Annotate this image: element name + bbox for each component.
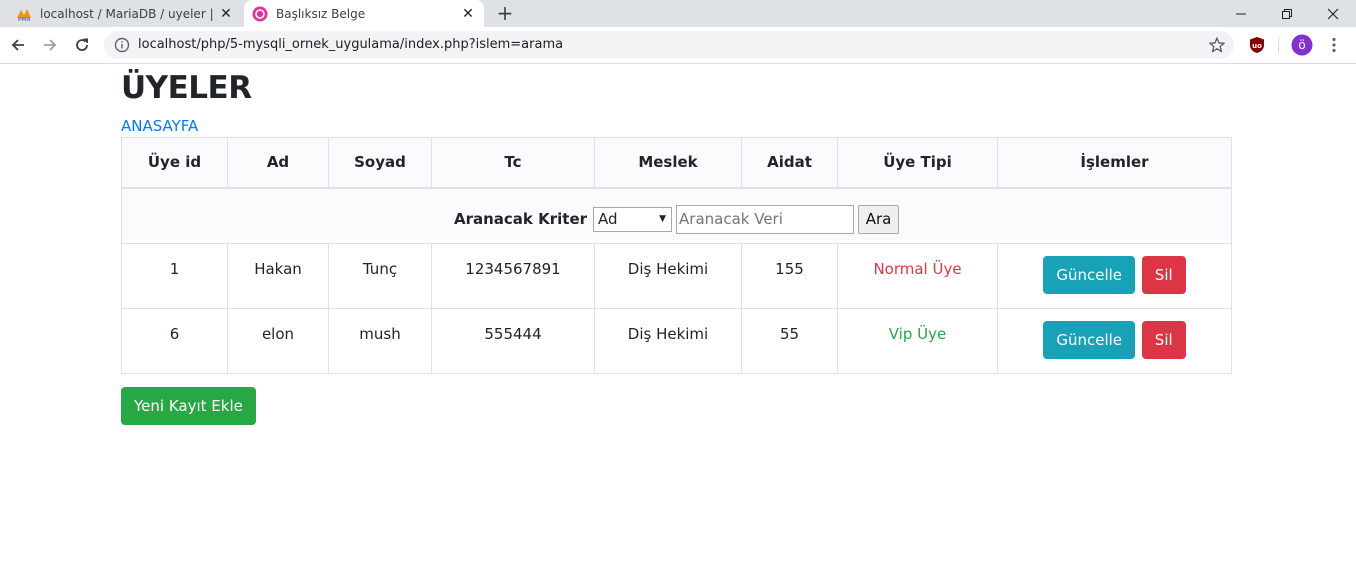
page-icon (252, 6, 268, 21)
back-icon[interactable] (6, 33, 30, 57)
cell-aidat: 155 (741, 243, 838, 309)
search-cell: Aranacak Kriter Ad ▼ Aranacak Veri Ara (121, 187, 1232, 244)
column-header: Meslek (594, 137, 742, 189)
cell-meslek: Diş Hekimi (594, 308, 742, 374)
svg-text:PMA: PMA (18, 17, 31, 22)
column-header: Aidat (741, 137, 838, 189)
cell-soyad: mush (328, 308, 432, 374)
cell-ad: elon (227, 308, 329, 374)
bookmark-star-icon[interactable] (1208, 36, 1226, 54)
search-input[interactable]: Aranacak Veri (676, 204, 855, 234)
toolbar-separator (1278, 37, 1279, 53)
new-tab-icon[interactable]: + (494, 2, 516, 24)
ublock-extension-icon[interactable]: uo (1247, 35, 1267, 55)
search-criteria-select[interactable]: Ad ▼ (593, 206, 673, 232)
cell-meslek: Diş Hekimi (594, 243, 742, 309)
search-form: Aranacak Kriter Ad ▼ Aranacak Veri Ara (122, 204, 1231, 234)
phpmyadmin-icon: PMA (17, 8, 31, 22)
profile-avatar[interactable]: ö (1291, 34, 1313, 56)
menu-kebab-icon[interactable] (1324, 35, 1344, 55)
cell-actions: Güncelle Sil (997, 243, 1232, 309)
minimize-icon[interactable] (1218, 0, 1264, 27)
update-button[interactable]: Güncelle (1043, 256, 1136, 294)
search-label: Aranacak Kriter (453, 210, 588, 228)
tab-active-page[interactable]: Başlıksız Belge ✕ (244, 0, 484, 27)
tab-title: localhost / MariaDB / uyeler | php (40, 6, 218, 21)
browser-toolbar: localhost/php/5-mysqli_ornek_uygulama/in… (0, 27, 1356, 64)
maximize-icon[interactable] (1264, 0, 1310, 27)
page-container: ÜYELER ANASAYFA Aranacak Kriter Ad ▼ Ara… (121, 64, 1232, 425)
cell-member-type: Normal Üye (837, 243, 998, 309)
svg-text:uo: uo (1252, 42, 1262, 50)
column-header: Tc (431, 137, 595, 189)
search-row: Aranacak Kriter Ad ▼ Aranacak Veri Ara (121, 187, 1232, 244)
address-bar[interactable]: localhost/php/5-mysqli_ornek_uygulama/in… (104, 31, 1234, 59)
column-header: Ad (227, 137, 329, 189)
close-window-icon[interactable] (1310, 0, 1356, 27)
column-header: Üye id (121, 137, 228, 189)
url-text: localhost/php/5-mysqli_ornek_uygulama/in… (138, 37, 564, 52)
column-header: Soyad (328, 137, 432, 189)
close-icon[interactable]: ✕ (460, 6, 476, 22)
cell-member-type: Vip Üye (837, 308, 998, 374)
table-row: 6 elon mush 555444 Diş Hekimi 55 Vip Üye… (121, 308, 1232, 374)
add-new-record-button[interactable]: Yeni Kayıt Ekle (121, 387, 256, 425)
svg-text:ö: ö (1298, 38, 1305, 52)
cell-aidat: 55 (741, 308, 838, 374)
chevron-down-icon: ▼ (659, 213, 667, 224)
delete-button[interactable]: Sil (1141, 321, 1186, 359)
forward-icon[interactable] (38, 33, 62, 57)
tab-strip: PMA localhost / MariaDB / uyeler | php ✕… (0, 0, 1356, 27)
table-header-row: Üye id Ad Soyad Tc Meslek Aidat Üye Tipi… (121, 137, 1232, 189)
search-button[interactable]: Ara (858, 204, 900, 234)
column-header: İşlemler (997, 137, 1232, 189)
update-button[interactable]: Güncelle (1043, 321, 1136, 359)
cell-tc: 1234567891 (431, 243, 595, 309)
cell-actions: Güncelle Sil (997, 308, 1232, 374)
delete-button[interactable]: Sil (1141, 256, 1186, 294)
search-placeholder: Aranacak Veri (679, 210, 783, 228)
cell-id: 1 (121, 243, 228, 309)
tab-phpmyadmin[interactable]: PMA localhost / MariaDB / uyeler | php ✕ (8, 0, 242, 27)
info-icon[interactable] (114, 37, 130, 53)
column-header: Üye Tipi (837, 137, 998, 189)
members-table: Aranacak Kriter Ad ▼ Aranacak Veri Ara Ü… (121, 137, 1232, 374)
select-value: Ad (598, 210, 618, 228)
table-row: 1 Hakan Tunç 1234567891 Diş Hekimi 155 N… (121, 243, 1232, 309)
cell-tc: 555444 (431, 308, 595, 374)
page-title: ÜYELER (121, 70, 252, 106)
reload-icon[interactable] (70, 33, 94, 57)
home-link[interactable]: ANASAYFA (121, 118, 1231, 137)
close-icon[interactable]: ✕ (218, 6, 234, 22)
cell-id: 6 (121, 308, 228, 374)
cell-soyad: Tunç (328, 243, 432, 309)
cell-ad: Hakan (227, 243, 329, 309)
tab-title: Başlıksız Belge (276, 6, 366, 21)
